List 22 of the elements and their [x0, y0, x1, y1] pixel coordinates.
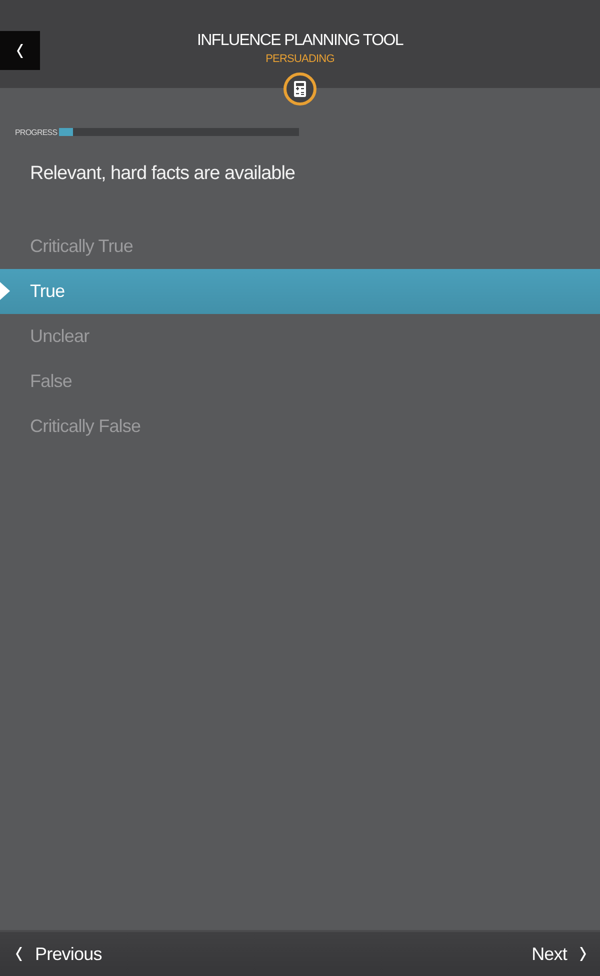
option-label: True: [30, 281, 65, 302]
option-label: Unclear: [30, 326, 90, 347]
next-button[interactable]: Next: [516, 936, 600, 972]
option-label: Critically True: [30, 236, 134, 257]
answer-option[interactable]: Unclear: [0, 314, 600, 359]
back-button[interactable]: [0, 31, 40, 70]
answer-option[interactable]: Critically False: [0, 404, 600, 449]
answer-option[interactable]: False: [0, 359, 600, 404]
progress-label: PROGRESS: [15, 128, 58, 136]
option-label: False: [30, 371, 72, 392]
question-text: Relevant, hard facts are available: [29, 162, 296, 186]
chevron-left-icon: [17, 44, 23, 58]
previous-button[interactable]: Previous: [0, 936, 116, 972]
app-title: INFLUENCE PLANNING TOOL: [197, 31, 403, 50]
answer-option[interactable]: Critically True: [0, 224, 600, 269]
section-subtitle: PERSUADING: [264, 52, 336, 66]
chevron-left-icon: [16, 947, 22, 961]
chevron-right-icon: [580, 947, 586, 961]
answer-option[interactable]: True: [0, 269, 600, 314]
pointer-icon: [0, 282, 10, 300]
calculator-icon[interactable]: [283, 72, 317, 106]
option-label: Critically False: [30, 416, 141, 437]
